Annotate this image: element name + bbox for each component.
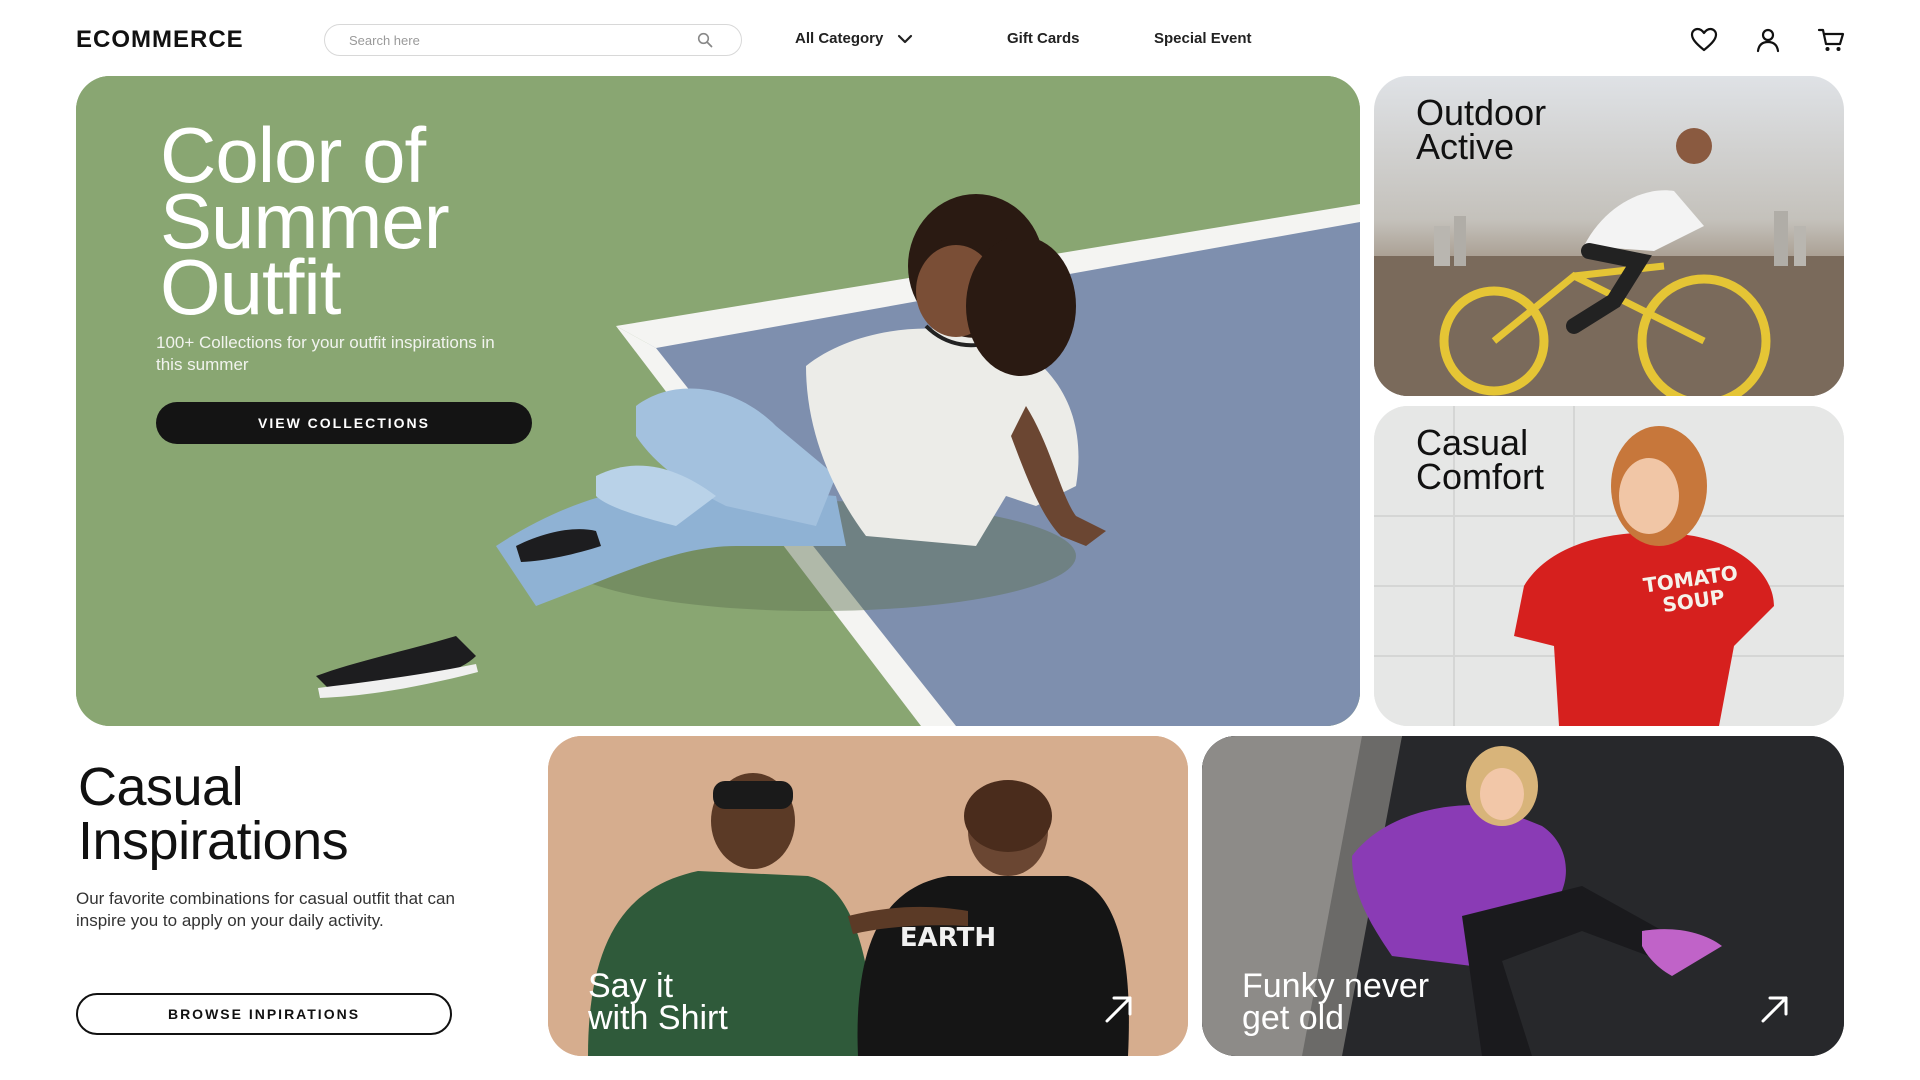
say-it-with-shirt-card[interactable]: EARTH Say it with Shirt xyxy=(548,736,1188,1056)
search-icon[interactable] xyxy=(697,32,713,48)
arrow-up-right-icon[interactable] xyxy=(1758,992,1792,1026)
outdoor-active-card[interactable]: Outdoor Active xyxy=(1374,76,1844,396)
nav-link-special-event[interactable]: Special Event xyxy=(1154,30,1252,47)
chevron-down-icon xyxy=(897,34,913,44)
all-category-label: All Category xyxy=(795,30,884,47)
arrow-up-right-icon[interactable] xyxy=(1102,992,1136,1026)
casual-comfort-title: Casual Comfort xyxy=(1416,422,1545,497)
heart-icon[interactable] xyxy=(1690,27,1718,53)
brand-logo[interactable]: ECOMMERCE xyxy=(76,26,244,54)
search-bar[interactable] xyxy=(324,24,742,56)
hero-banner[interactable]: Color of Summer Outfit 100+ Collections … xyxy=(76,76,1360,726)
say-it-with-shirt-caption: Say it with Shirt xyxy=(588,967,728,1037)
casual-inspirations-description: Our favorite combinations for casual out… xyxy=(76,889,455,930)
hero-title: Color of Summer Outfit xyxy=(160,111,450,331)
svg-text:EARTH: EARTH xyxy=(900,923,996,953)
view-collections-button[interactable]: VIEW COLLECTIONS xyxy=(156,402,532,444)
all-category-dropdown[interactable]: All Category xyxy=(795,30,913,47)
hero-subtitle: 100+ Collections for your outfit inspira… xyxy=(156,333,495,374)
browse-inspirations-button[interactable]: BROWSE INPIRATIONS xyxy=(76,993,452,1035)
casual-comfort-card[interactable]: TOMATO SOUP Casual Comfort xyxy=(1374,406,1844,726)
search-input[interactable] xyxy=(349,25,689,55)
cart-icon[interactable] xyxy=(1817,27,1845,53)
top-navigation-bar: ECOMMERCE All Category Gift Cards Specia… xyxy=(0,0,1920,80)
funky-never-get-old-caption: Funky never get old xyxy=(1242,967,1430,1037)
outdoor-active-title: Outdoor Active xyxy=(1416,92,1547,167)
funky-never-get-old-card[interactable]: Funky never get old xyxy=(1202,736,1844,1056)
nav-link-gift-cards[interactable]: Gift Cards xyxy=(1007,30,1080,47)
user-icon[interactable] xyxy=(1754,27,1782,53)
casual-inspirations-heading: Casual Inspirations xyxy=(78,757,349,871)
